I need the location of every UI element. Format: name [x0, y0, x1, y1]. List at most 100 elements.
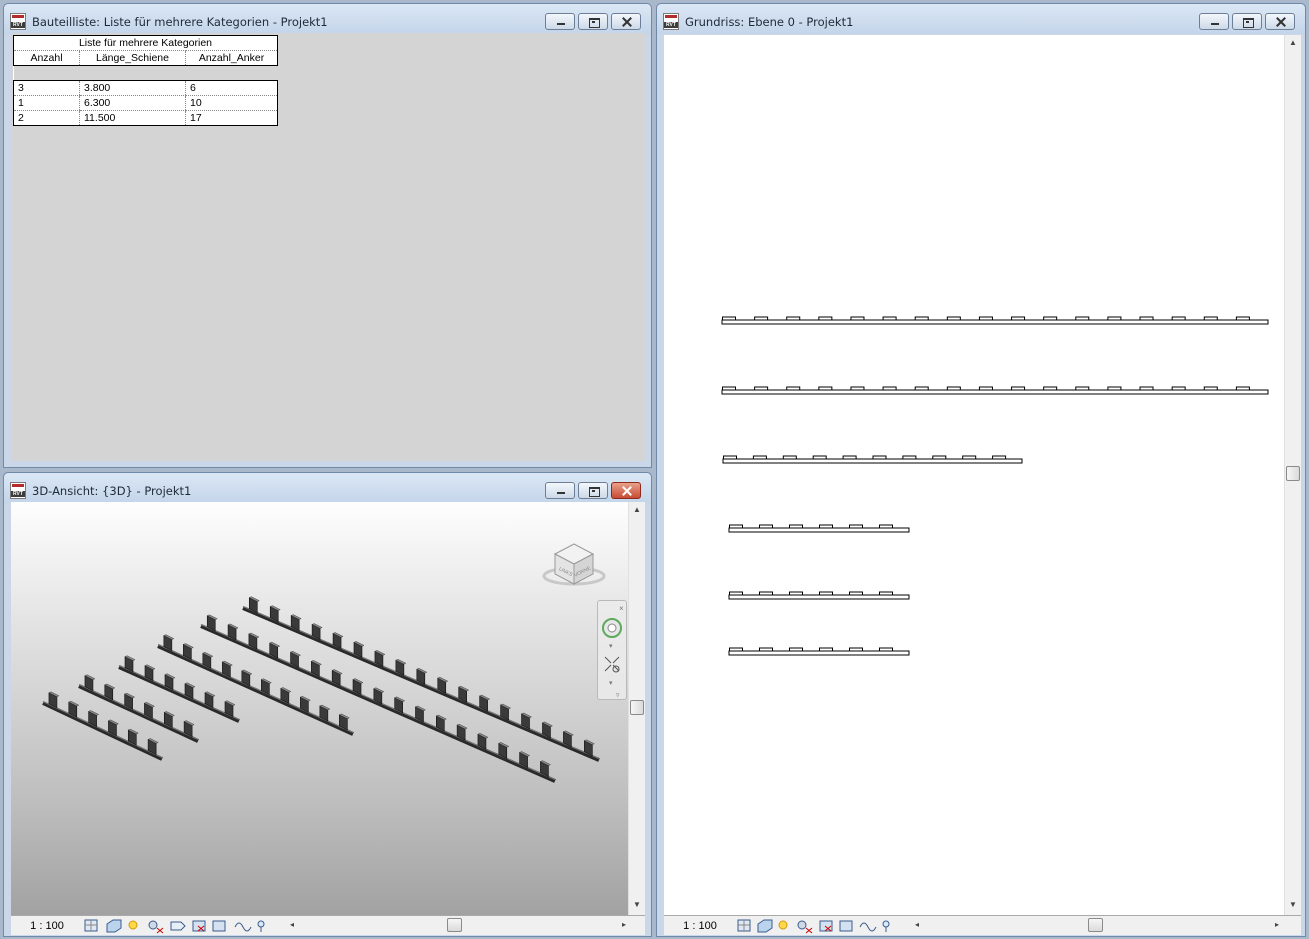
- reveal-hidden-icon: [882, 920, 890, 927]
- column-header[interactable]: Anzahl: [13, 50, 80, 66]
- schedule-view[interactable]: Liste für mehrere Kategorien Anzahl Läng…: [11, 33, 645, 461]
- scroll-left-arrow-icon[interactable]: ◂: [915, 920, 919, 929]
- scroll-thumb[interactable]: [447, 918, 462, 932]
- sun-path-icon: [778, 920, 788, 929]
- table-row[interactable]: 3 3.800 6: [13, 80, 278, 96]
- rail-3d[interactable]: [78, 674, 199, 743]
- scroll-up-arrow-icon[interactable]: ▲: [633, 505, 641, 514]
- rail-plan[interactable]: [728, 524, 910, 533]
- rvt-document-icon: RVT: [10, 482, 26, 499]
- close-button[interactable]: [611, 482, 641, 499]
- view-control-bar: 1 : 100 ◂ ▸: [11, 915, 645, 935]
- rail-3d[interactable]: [200, 614, 556, 783]
- minimize-button[interactable]: [1199, 13, 1229, 30]
- table-cell[interactable]: 3: [13, 80, 80, 96]
- rail-plan[interactable]: [728, 591, 910, 600]
- view3d-canvas[interactable]: LINKS VORNE × ▾ ▾ ▿ ▲ ▼ 1 : 100 ◂ ▸: [11, 502, 645, 935]
- schedule-titlebar[interactable]: RVT Bauteilliste: Liste für mehrere Kate…: [4, 4, 651, 34]
- minimize-icon: [546, 14, 574, 29]
- table-row[interactable]: 1 6.300 10: [13, 95, 278, 111]
- vertical-scrollbar[interactable]: ▲ ▼: [1284, 35, 1301, 915]
- crop-view-icon: [170, 921, 186, 930]
- reveal-hidden-icon: [257, 920, 265, 927]
- rail-plan[interactable]: [721, 316, 1269, 325]
- schedule-window[interactable]: RVT Bauteilliste: Liste für mehrere Kate…: [3, 3, 652, 468]
- restore-icon: [1233, 14, 1261, 29]
- navigation-bar[interactable]: × ▾ ▾ ▿: [597, 600, 627, 700]
- restore-icon: [579, 14, 607, 29]
- plan-titlebar[interactable]: RVT Grundriss: Ebene 0 - Projekt1: [657, 4, 1305, 34]
- minimize-button[interactable]: [545, 482, 575, 499]
- close-icon: [612, 483, 640, 498]
- temporary-hide-icon: [234, 922, 252, 931]
- close-icon: [1266, 14, 1294, 29]
- table-cell[interactable]: 11.500: [79, 110, 186, 126]
- visual-style-icon: [106, 919, 122, 932]
- show-crop-icon: [192, 920, 206, 931]
- view3d-window[interactable]: RVT 3D-Ansicht: {3D} - Projekt1 LINKS VO…: [3, 472, 652, 937]
- scroll-thumb[interactable]: [1286, 466, 1300, 481]
- rails-plan-group: [721, 316, 1269, 656]
- restore-button[interactable]: [578, 482, 608, 499]
- rail-3d[interactable]: [242, 596, 600, 762]
- table-cell[interactable]: 6.300: [79, 95, 186, 111]
- rails-3d-drawing: LINKS VORNE: [42, 543, 606, 783]
- table-cell[interactable]: 10: [185, 95, 278, 111]
- table-cell[interactable]: 3.800: [79, 80, 186, 96]
- rail-3d[interactable]: [42, 691, 163, 761]
- restore-icon: [579, 483, 607, 498]
- dropdown-arrow-icon: ▾: [609, 680, 613, 687]
- view-control-icons: [84, 919, 265, 933]
- column-header[interactable]: Länge_Schiene: [79, 50, 186, 66]
- viewcube[interactable]: LINKS VORNE: [542, 543, 606, 586]
- minimize-icon: [1200, 14, 1228, 29]
- rail-plan[interactable]: [721, 386, 1269, 395]
- plan-canvas[interactable]: ▲ ▼ 1 : 100 ◂ ▸: [664, 35, 1301, 935]
- window-title: 3D-Ansicht: {3D} - Projekt1: [32, 484, 192, 498]
- rail-plan[interactable]: [728, 647, 910, 656]
- scroll-thumb[interactable]: [1088, 918, 1103, 932]
- column-header[interactable]: Anzahl_Anker: [185, 50, 278, 66]
- table-cell[interactable]: 1: [13, 95, 80, 111]
- close-button[interactable]: [1265, 13, 1295, 30]
- view-control-bar: 1 : 100 ◂ ▸: [664, 915, 1301, 935]
- scroll-right-arrow-icon[interactable]: ▸: [622, 920, 626, 929]
- temporary-hide-icon: [859, 922, 877, 931]
- shadows-icon: [148, 920, 158, 929]
- table-cell[interactable]: 17: [185, 110, 278, 126]
- plan-window[interactable]: RVT Grundriss: Ebene 0 - Projekt1 ▲ ▼ 1 …: [656, 3, 1306, 937]
- minimize-button[interactable]: [545, 13, 575, 30]
- sun-path-icon: [128, 920, 138, 929]
- unlock-view-icon: [212, 920, 226, 931]
- zoom-extents-icon: [604, 656, 620, 672]
- window-title: Bauteilliste: Liste für mehrere Kategori…: [32, 15, 328, 29]
- unlock-view-icon: [839, 920, 853, 931]
- view-scale[interactable]: 1 : 100: [11, 920, 83, 932]
- table-cell[interactable]: 6: [185, 80, 278, 96]
- scroll-down-arrow-icon[interactable]: ▼: [1289, 900, 1297, 909]
- close-button[interactable]: [611, 13, 641, 30]
- scroll-left-arrow-icon[interactable]: ◂: [290, 920, 294, 929]
- restore-button[interactable]: [578, 13, 608, 30]
- schedule-table: Liste für mehrere Kategorien Anzahl Läng…: [13, 35, 278, 126]
- horizontal-scrollbar[interactable]: ◂ ▸: [287, 918, 629, 933]
- vertical-scrollbar[interactable]: ▲ ▼: [628, 502, 645, 915]
- scroll-down-arrow-icon[interactable]: ▼: [633, 900, 641, 909]
- shadows-icon: [797, 920, 807, 929]
- view3d-titlebar[interactable]: RVT 3D-Ansicht: {3D} - Projekt1: [4, 473, 651, 503]
- navigation-bar-icons: × ▾ ▾ ▿: [602, 604, 624, 699]
- visual-style-icon: [757, 919, 773, 932]
- restore-button[interactable]: [1232, 13, 1262, 30]
- scroll-right-arrow-icon[interactable]: ▸: [1275, 920, 1279, 929]
- rail-plan[interactable]: [722, 455, 1023, 464]
- customize-icon: ▿: [616, 692, 620, 699]
- view-control-icons: [737, 919, 890, 933]
- table-cell[interactable]: 2: [13, 110, 80, 126]
- horizontal-scrollbar[interactable]: ◂ ▸: [912, 918, 1282, 933]
- rvt-document-icon: RVT: [10, 13, 26, 30]
- scroll-thumb[interactable]: [630, 700, 644, 715]
- view-scale[interactable]: 1 : 100: [664, 920, 736, 932]
- show-crop-icon: [819, 920, 833, 931]
- scroll-up-arrow-icon[interactable]: ▲: [1289, 38, 1297, 47]
- table-row[interactable]: 2 11.500 17: [13, 110, 278, 126]
